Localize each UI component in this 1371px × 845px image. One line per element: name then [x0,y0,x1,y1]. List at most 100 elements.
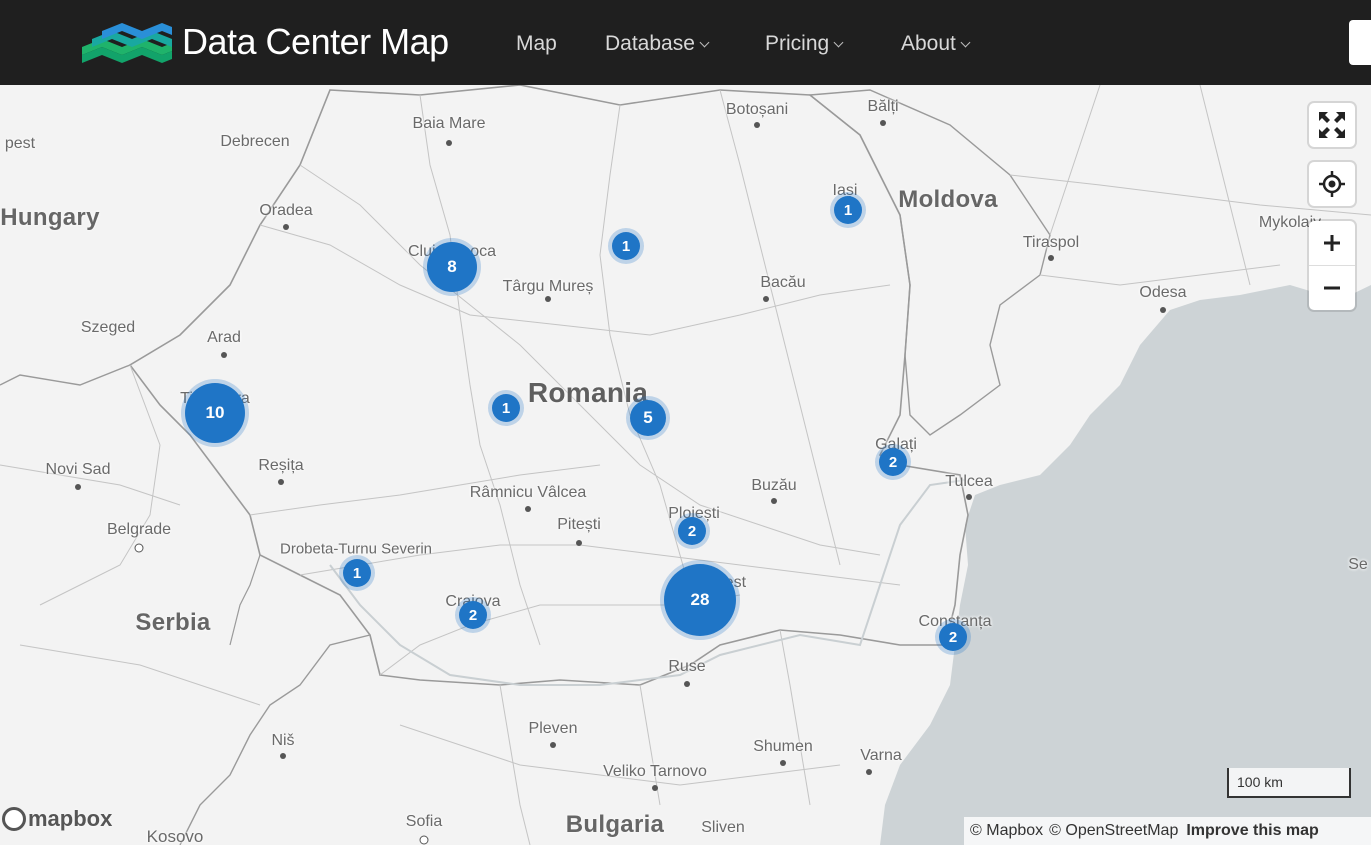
place-label: Se [1348,556,1368,573]
cluster-count: 5 [643,408,653,427]
place-label: Odesa [1139,284,1187,301]
place-label: Arad [207,329,241,346]
place-label: Shumen [753,738,813,755]
cluster-count: 2 [948,628,958,646]
city-dot [866,769,872,775]
cluster-marker[interactable]: 2 [939,623,967,651]
country-label: Romania [527,377,649,408]
nav-database[interactable]: Database [605,30,710,58]
cluster-count: 1 [621,237,631,255]
improve-map-link[interactable]: Improve this map [1186,822,1318,840]
mapbox-logo-text: mapbox [28,806,113,831]
city-dot [1048,255,1054,261]
city-dot [1160,307,1166,313]
country-label: Bulgaria [565,811,665,838]
cluster-marker[interactable]: 2 [459,601,487,629]
city-dot [576,540,582,546]
city-dot [684,681,690,687]
locate-icon [1319,171,1345,197]
place-label: Sofia [405,813,443,830]
site-logo[interactable]: Data Center Map [80,17,480,67]
place-label: Szeged [80,319,136,336]
fullscreen-control [1309,103,1355,147]
city-dot [75,484,81,490]
city-dot [771,498,777,504]
attribution-mapbox-link[interactable]: © Mapbox [970,822,1043,840]
cluster-marker[interactable]: 1 [343,559,371,587]
nav-map[interactable]: Map [516,30,557,58]
cluster-marker[interactable]: 1 [612,232,640,260]
cluster-marker[interactable]: 28 [664,564,736,636]
cluster-marker[interactable]: 8 [427,242,477,292]
place-label: Oradea [259,202,313,219]
cluster-marker[interactable]: 1 [492,394,520,422]
city-dot [754,122,760,128]
cluster-marker[interactable]: 2 [678,517,706,545]
nav-database-label: Database [605,32,695,55]
attribution-osm-link[interactable]: © OpenStreetMap [1049,822,1178,840]
capital-dot [419,835,429,845]
fullscreen-button[interactable] [1309,103,1355,147]
cluster-marker[interactable]: 2 [879,448,907,476]
place-label: Bacău [760,274,806,291]
map-basemap [0,85,1371,845]
zoom-control [1309,221,1355,310]
city-dot [280,753,286,759]
cluster-count: 10 [205,403,225,422]
place-label: Baia Mare [412,115,486,132]
nav-about-label: About [901,32,956,55]
cluster-marker[interactable]: 10 [185,383,245,443]
place-label: Târgu Mureș [502,278,594,295]
city-dot [446,140,452,146]
place-label: Niš [271,732,295,749]
zoom-out-button[interactable] [1309,265,1355,310]
cluster-count: 2 [888,453,898,471]
city-dot [283,224,289,230]
cluster-count: 1 [352,564,362,582]
search-input[interactable] [1349,20,1371,65]
mapbox-logo[interactable]: mapbox [2,804,112,834]
place-label: pest [4,135,36,152]
place-label: Botoșani [725,101,789,118]
chevron-down-icon [699,37,710,47]
cluster-count: 2 [687,522,697,540]
city-dot [221,352,227,358]
city-dot [278,479,284,485]
mapbox-logo-icon [2,807,26,831]
map-attribution: © Mapbox © OpenStreetMap Improve this ma… [964,817,1371,845]
cluster-marker[interactable]: 5 [630,400,666,436]
nav-about[interactable]: About [901,30,971,58]
cluster-count: 28 [690,590,710,609]
map-canvas[interactable]: Hungary Moldova Romania Serbia Bulgaria … [0,85,1371,845]
place-label: Râmnicu Vâlcea [469,484,587,501]
place-label: Ruse [668,658,706,675]
place-label: Novi Sad [45,461,111,478]
city-dot [780,760,786,766]
scale-bar: 100 km [1227,768,1351,798]
place-label: Pleven [528,720,578,737]
city-dot [880,120,886,126]
city-dot [545,296,551,302]
cluster-count: 2 [468,606,478,624]
cluster-count: 1 [843,201,853,219]
capital-dot [134,543,144,553]
chevron-down-icon [960,37,971,47]
logo-text: Data Center Map [182,21,449,62]
cluster-marker[interactable]: 1 [834,196,862,224]
place-label: Buzău [751,477,797,494]
geolocate-button[interactable] [1309,162,1355,206]
fullscreen-icon [1319,112,1345,138]
zoom-in-button[interactable] [1309,221,1355,265]
place-label: Pitești [557,516,601,533]
place-label: Reșița [258,457,304,474]
logo-mark-icon [82,23,172,63]
city-dot [763,296,769,302]
country-label: Hungary [0,204,100,231]
place-label: Belgrade [106,521,172,538]
city-dot [525,506,531,512]
country-label: Moldova [898,186,998,213]
country-label: Serbia [135,609,211,636]
plus-icon [1324,235,1340,251]
nav-pricing[interactable]: Pricing [765,30,844,58]
place-label: Varna [860,747,902,764]
